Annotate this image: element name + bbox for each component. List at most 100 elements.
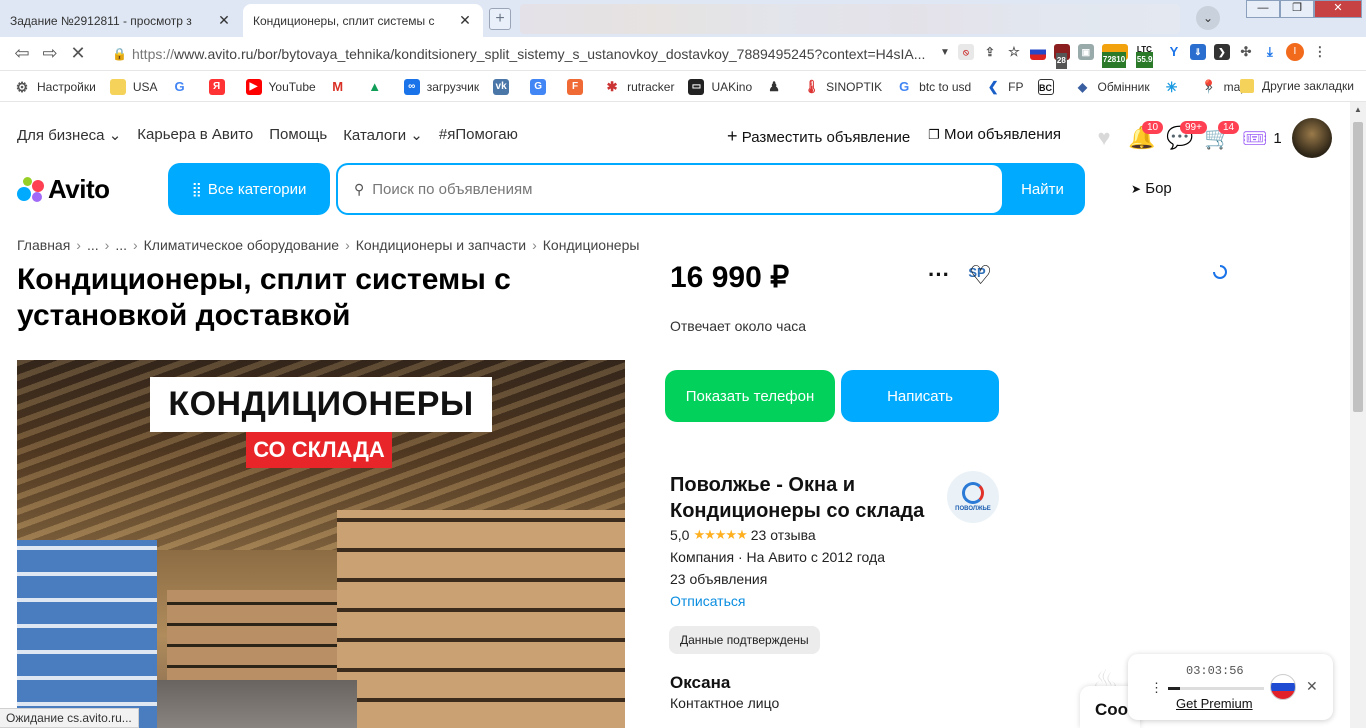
avito-logo[interactable]: Avito: [17, 174, 110, 205]
seller-ads-count[interactable]: 23 объявления: [670, 571, 767, 587]
crumb-ellipsis[interactable]: ...: [87, 237, 99, 253]
scroll-up-icon[interactable]: ▲: [1350, 102, 1366, 118]
close-icon[interactable]: ✕: [216, 12, 232, 29]
download-helper-icon[interactable]: ⇓: [1189, 44, 1206, 60]
more-options-icon[interactable]: ···: [928, 262, 950, 288]
favorites-heart-icon[interactable]: ♥: [1090, 124, 1118, 152]
bookmark-google[interactable]: G: [172, 79, 195, 95]
nav-help[interactable]: Помощь: [269, 126, 327, 144]
player-progress[interactable]: [1168, 687, 1264, 690]
get-premium-link[interactable]: Get Premium: [1176, 696, 1253, 711]
user-avatar[interactable]: [1291, 118, 1332, 158]
forward-icon[interactable]: ⇨: [36, 43, 64, 64]
y-extension-icon[interactable]: Y: [1165, 44, 1182, 60]
bonus-count: 1: [1273, 129, 1282, 147]
bookmark-vk[interactable]: vk: [493, 78, 516, 95]
infinity-icon: ∞: [403, 78, 420, 95]
nav-career[interactable]: Карьера в Авито: [137, 126, 253, 144]
yandex-icon: Я: [208, 78, 225, 95]
crumb-ellipsis[interactable]: ...: [115, 237, 127, 253]
crumb-conditioners-parts[interactable]: Кондиционеры и запчасти: [356, 237, 526, 253]
back-icon[interactable]: ⇦: [8, 43, 36, 64]
ru-flag-icon[interactable]: [1029, 44, 1046, 60]
bonus-ticket-icon[interactable]: 🎟 1: [1242, 124, 1282, 152]
messages-chat-icon[interactable]: 💬 99+: [1166, 121, 1207, 152]
crumb-climate[interactable]: Климатическое оборудование: [144, 237, 339, 253]
seller-name[interactable]: Поволжье - Окна и Кондиционеры со склада: [670, 472, 950, 524]
write-message-button[interactable]: Написать: [841, 370, 999, 422]
menu-icon[interactable]: ⋮: [1311, 44, 1328, 60]
bookmarks-more-icon[interactable]: »: [1205, 78, 1213, 94]
bookmark-rutracker[interactable]: ✱ rutracker: [604, 79, 675, 95]
close-icon[interactable]: ✕: [457, 12, 473, 29]
bookmark-yandex[interactable]: Я: [208, 78, 232, 95]
price: 16 990 ₽: [670, 261, 790, 294]
notifications-bell-icon[interactable]: 🔔 10: [1128, 121, 1164, 152]
show-phone-button[interactable]: Показать телефон: [665, 370, 835, 422]
bookmark-usa[interactable]: USA: [109, 78, 158, 95]
tab-task[interactable]: SP Задание №2912811 - просмотр з ✕: [0, 4, 986, 280]
download-icon[interactable]: ⤓: [1261, 44, 1278, 60]
scrollbar-thumb[interactable]: [1353, 122, 1363, 412]
other-bookmarks[interactable]: Другие закладки: [1240, 79, 1354, 93]
bookmark-bc[interactable]: BC: [1037, 78, 1061, 95]
bookmark-settings[interactable]: ⚙ Настройки: [14, 79, 96, 95]
shield-extension-icon[interactable]: 28: [1053, 44, 1070, 69]
nav-business[interactable]: Для бизнеса ⌄: [17, 126, 121, 144]
bookmark-fp[interactable]: ❮ FP: [985, 79, 1024, 95]
bookmark-drive[interactable]: ▲: [367, 79, 390, 95]
bookmark-star-icon[interactable]: ☆: [1005, 44, 1022, 60]
nav-i-help[interactable]: #яПомогаю: [439, 126, 518, 144]
bookmark-btc[interactable]: Gbtc to usd: [896, 79, 971, 95]
new-tab-button[interactable]: +: [489, 8, 511, 30]
translate-off-icon[interactable]: ⦸: [957, 44, 974, 60]
bookmark-sinoptik[interactable]: 🌡 SINOPTIK: [803, 79, 882, 95]
close-icon[interactable]: ✕: [1306, 678, 1318, 695]
listing-photo[interactable]: КОНДИЦИОНЕРЫ СО СКЛАДА: [17, 360, 625, 728]
crumb-conditioners[interactable]: Кондиционеры: [543, 237, 640, 253]
share-icon[interactable]: ⇪: [981, 44, 998, 60]
dropdown-icon[interactable]: ▼: [940, 47, 950, 58]
kebab-menu-icon[interactable]: ⋮: [1150, 680, 1163, 696]
tab-search-icon[interactable]: ⌄: [1196, 6, 1220, 30]
search-button[interactable]: Найти: [1002, 165, 1083, 213]
ltc-extension-icon[interactable]: LTC 55.9: [1135, 44, 1158, 68]
post-ad-link[interactable]: + Разместить объявление: [727, 126, 910, 147]
minimize-icon[interactable]: —: [1246, 0, 1280, 18]
page-scrollbar[interactable]: ▲: [1350, 102, 1366, 728]
nav-catalogs[interactable]: Каталоги ⌄: [343, 126, 423, 144]
bookmark-youtube[interactable]: ▶ YouTube: [245, 78, 316, 95]
search-bar: ⚲ Поиск по объявлениям Найти: [336, 163, 1085, 215]
bookmark-loader[interactable]: ∞ загрузчик: [403, 78, 479, 95]
address-bar[interactable]: 🔒 https://www.avito.ru/bor/bytovaya_tehn…: [112, 42, 942, 66]
search-input[interactable]: ⚲ Поиск по объявлениям: [338, 165, 1002, 213]
f-icon: F: [567, 78, 584, 95]
bookmark-translate[interactable]: G: [530, 78, 553, 95]
bookmark-exchanger[interactable]: ◆ Обмінник: [1075, 79, 1150, 95]
seller-logo[interactable]: ПОВОЛЖЬЕ: [947, 471, 999, 523]
briefcase-icon[interactable]: ▣: [1077, 44, 1094, 60]
bookmark-person[interactable]: ♟: [766, 79, 789, 95]
crumb-home[interactable]: Главная: [17, 237, 70, 253]
bookmark-f[interactable]: F: [567, 78, 590, 95]
profile-avatar[interactable]: I: [1285, 43, 1304, 61]
favorite-heart-icon[interactable]: ♡: [969, 260, 992, 291]
all-categories-button[interactable]: ⣿ Все категории: [168, 163, 330, 215]
my-ads-link[interactable]: ❐ Мои объявления: [928, 126, 1061, 147]
stop-icon[interactable]: ✕: [64, 43, 92, 64]
seller-rating[interactable]: 5,0 ★★★★★ 23 отзыва: [670, 527, 816, 543]
puzzle-icon[interactable]: ✣: [1237, 44, 1254, 60]
location-link[interactable]: ➤ Бор: [1131, 180, 1172, 197]
unsubscribe-link[interactable]: Отписаться: [670, 593, 745, 609]
ru-flag-icon[interactable]: [1270, 674, 1296, 700]
bookmark-star[interactable]: ✳: [1164, 79, 1187, 95]
window-close-icon[interactable]: ✕: [1314, 0, 1362, 18]
terminal-icon[interactable]: ❯: [1213, 44, 1230, 60]
bitcoin-extension-icon[interactable]: 72810: [1101, 44, 1128, 68]
restore-icon[interactable]: ❐: [1280, 0, 1314, 18]
cart-icon[interactable]: 🛒 14: [1204, 121, 1240, 152]
tab-avito[interactable]: Кондиционеры, сплит системы с ✕: [243, 4, 1227, 279]
bookmark-gmail[interactable]: M: [330, 79, 353, 95]
bookmark-uakino[interactable]: ▭ UAKino: [688, 78, 752, 95]
bc-icon: BC: [1037, 78, 1054, 95]
